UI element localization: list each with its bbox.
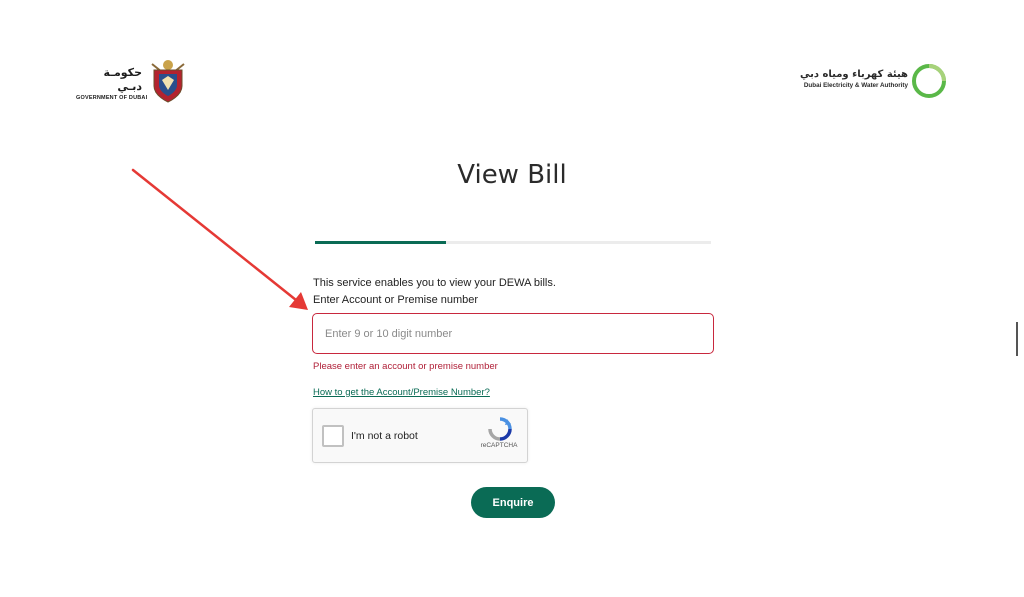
recaptcha-logo-icon xyxy=(488,417,512,441)
recaptcha-checkbox[interactable] xyxy=(322,425,344,447)
recaptcha-brand: reCAPTCHA xyxy=(480,442,518,449)
dewa-logo: هيئة كهرباء ومياه دبي Dubai Electricity … xyxy=(796,62,950,104)
progress-bar xyxy=(315,241,711,244)
dewa-logo-arabic: هيئة كهرباء ومياه دبي xyxy=(799,69,908,80)
dewa-logo-english: Dubai Electricity & Water Authority xyxy=(803,82,908,89)
enquire-button[interactable]: Enquire xyxy=(471,487,555,518)
dewa-ring-icon xyxy=(912,64,946,98)
recaptcha-label: I'm not a robot xyxy=(351,430,418,442)
dubai-emblem-icon xyxy=(151,60,185,103)
validation-error: Please enter an account or premise numbe… xyxy=(313,361,498,372)
page-title: View Bill xyxy=(457,160,567,190)
progress-bar-fill xyxy=(315,241,446,244)
service-description: This service enables you to view your DE… xyxy=(313,277,556,289)
account-number-input[interactable] xyxy=(312,313,714,354)
gov-logo-text: حكومـة دبـي GOVERNMENT OF DUBAI xyxy=(76,66,148,102)
account-number-help-link[interactable]: How to get the Account/Premise Number? xyxy=(313,387,490,399)
gov-logo-english: GOVERNMENT OF DUBAI xyxy=(76,95,148,101)
government-of-dubai-logo: حكومـة دبـي GOVERNMENT OF DUBAI xyxy=(76,56,190,104)
dewa-logo-text: هيئة كهرباء ومياه دبي Dubai Electricity … xyxy=(796,68,908,90)
recaptcha-widget: I'm not a robot reCAPTCHA xyxy=(312,408,528,463)
account-field-label: Enter Account or Premise number xyxy=(313,294,479,306)
gov-logo-arabic: حكومـة دبـي xyxy=(103,66,142,93)
scrollbar-thumb[interactable] xyxy=(1016,322,1018,356)
